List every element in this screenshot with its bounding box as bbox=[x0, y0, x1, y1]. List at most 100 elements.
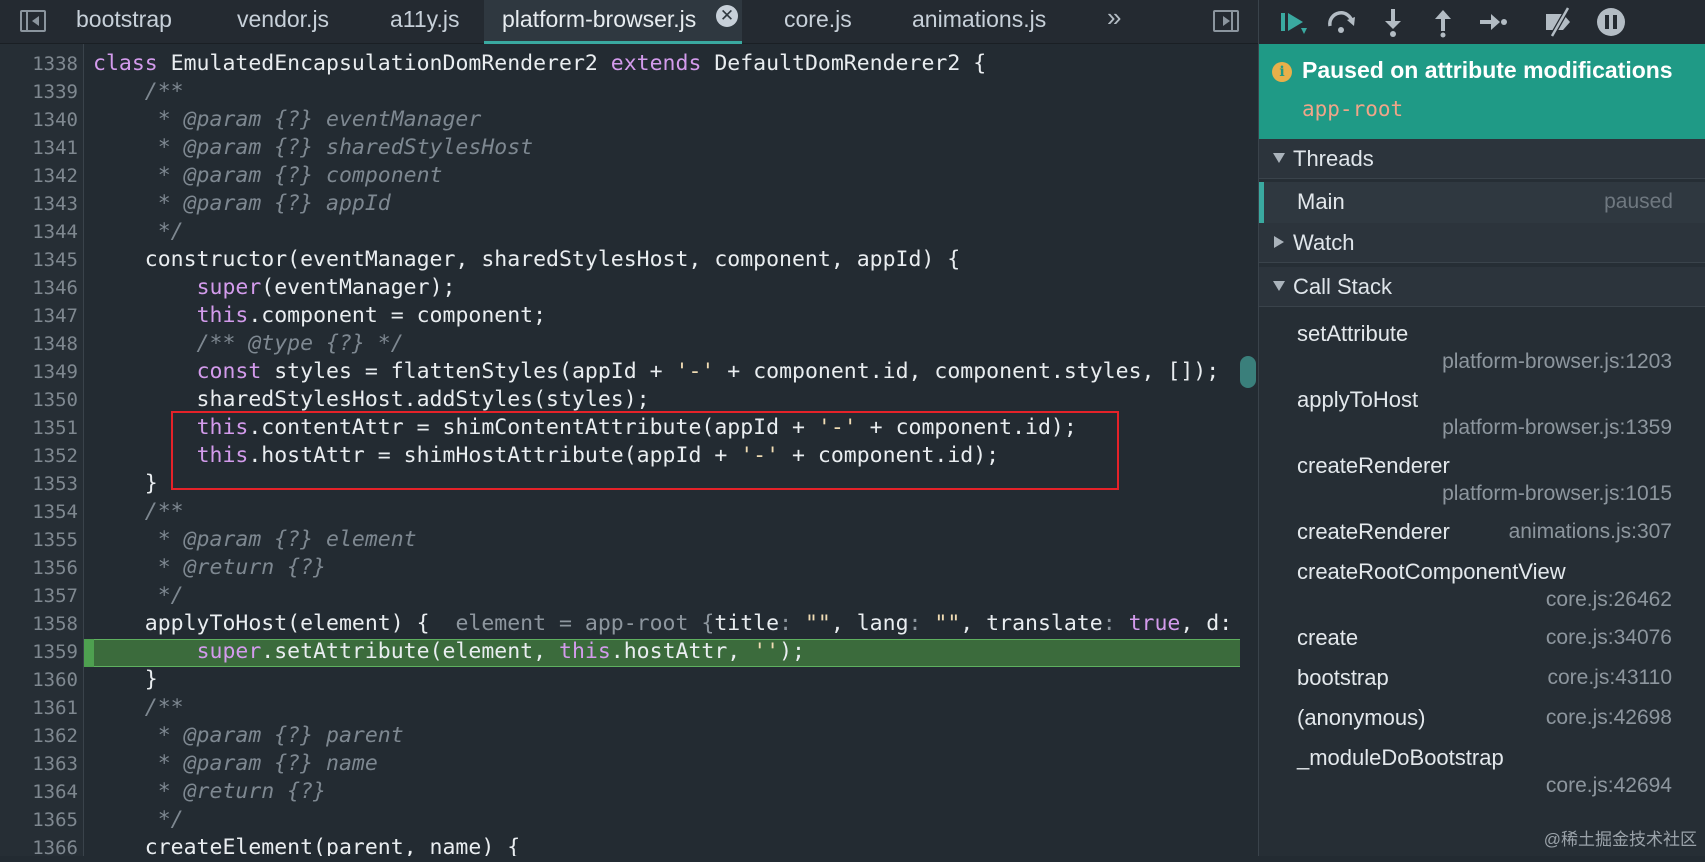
line-number[interactable]: 1340 bbox=[0, 106, 78, 134]
line-number[interactable]: 1363 bbox=[0, 750, 78, 778]
call-stack-frame[interactable]: create core.js:34076 bbox=[1259, 613, 1705, 657]
frame-location: core.js:42694 bbox=[1545, 774, 1672, 797]
step-into-icon[interactable] bbox=[1377, 6, 1409, 38]
code-token: */ bbox=[93, 807, 184, 832]
code-line: /** bbox=[93, 78, 184, 106]
step-over-icon[interactable] bbox=[1325, 6, 1357, 38]
call-stack-frame[interactable]: (anonymous) core.js:42698 bbox=[1259, 693, 1705, 737]
call-stack-frame[interactable]: createRootComponentView core.js:26462 bbox=[1259, 547, 1705, 617]
resume-icon[interactable] bbox=[1277, 6, 1309, 38]
chevron-right-icon bbox=[1274, 236, 1284, 248]
line-number[interactable]: 1338 bbox=[0, 50, 78, 78]
editor-tab-bar: bootstrap vendor.js a11y.js platform-browse… bbox=[0, 0, 1258, 44]
code-token: const bbox=[196, 359, 275, 384]
code-token: "" bbox=[934, 611, 961, 636]
line-number-gutter[interactable]: 1338 1339 1340 1341 1342 1343 1344 1345 1346 1347… bbox=[0, 44, 84, 859]
line-number[interactable]: 1349 bbox=[0, 358, 78, 386]
line-number[interactable]: 1344 bbox=[0, 218, 78, 246]
line-number[interactable]: 1339 bbox=[0, 78, 78, 106]
toggle-debugger-pane-icon[interactable] bbox=[1213, 10, 1239, 32]
line-number[interactable]: 1358 bbox=[0, 610, 78, 638]
pause-reason-banner: i Paused on attribute modifications app-… bbox=[1259, 44, 1705, 139]
tab-label: animations.js bbox=[912, 6, 1047, 32]
line-number[interactable]: 1364 bbox=[0, 778, 78, 806]
code-token: .hostAttr, bbox=[610, 639, 754, 664]
line-number[interactable]: 1347 bbox=[0, 302, 78, 330]
code-token: '' bbox=[753, 639, 780, 664]
call-stack-frame[interactable]: createRenderer platform-browser.js:1015 bbox=[1259, 441, 1705, 511]
tab-a11y-js[interactable]: a11y.js bbox=[390, 0, 459, 44]
code-token: , lang bbox=[830, 611, 909, 636]
code-line: const styles = flattenStyles(appId + '-'… bbox=[93, 358, 1220, 386]
code-line: * @param {?} name bbox=[93, 750, 378, 778]
tab-animations-js[interactable]: animations.js bbox=[912, 0, 1046, 44]
step-out-icon[interactable] bbox=[1427, 6, 1459, 38]
call-stack-frame[interactable]: bootstrap core.js:43110 bbox=[1259, 653, 1705, 697]
call-stack-frame[interactable]: _moduleDoBootstrap core.js:42694 bbox=[1259, 733, 1705, 803]
line-number[interactable]: 1352 bbox=[0, 442, 78, 470]
code-token: styles = flattenStyles(appId + bbox=[274, 359, 676, 384]
call-stack-frame[interactable]: createRenderer animations.js:307 bbox=[1259, 507, 1705, 551]
chevron-down-icon bbox=[1273, 153, 1285, 163]
line-number[interactable]: 1361 bbox=[0, 694, 78, 722]
line-number[interactable]: 1345 bbox=[0, 246, 78, 274]
code-token: : bbox=[779, 611, 805, 636]
code-token: '-' bbox=[675, 359, 715, 384]
code-token: /** @type {?} */ bbox=[93, 331, 404, 356]
line-number[interactable]: 1346 bbox=[0, 274, 78, 302]
pause-on-exceptions-icon[interactable] bbox=[1595, 6, 1627, 38]
code-token: this bbox=[196, 303, 249, 328]
tab-label: vendor.js bbox=[237, 6, 330, 32]
line-number[interactable]: 1356 bbox=[0, 554, 78, 582]
deactivate-breakpoints-icon[interactable] bbox=[1543, 6, 1575, 38]
code-token: : bbox=[1102, 611, 1129, 636]
tab-platform-browser-js[interactable]: platform-browser.js ✕ bbox=[484, 0, 742, 44]
tab-vendor-js[interactable]: vendor.js bbox=[237, 0, 329, 44]
line-number[interactable]: 1341 bbox=[0, 134, 78, 162]
watch-section-header[interactable]: Watch bbox=[1259, 223, 1705, 263]
line-number[interactable]: 1348 bbox=[0, 330, 78, 358]
line-number[interactable]: 1354 bbox=[0, 498, 78, 526]
frame-location: core.js:43110 bbox=[1547, 666, 1672, 689]
scrollbar-marker[interactable] bbox=[1240, 356, 1256, 388]
code-line: */ bbox=[93, 582, 184, 610]
threads-section-header[interactable]: Threads bbox=[1259, 139, 1705, 179]
line-number[interactable]: 1343 bbox=[0, 190, 78, 218]
pause-reason-element[interactable]: app-root bbox=[1302, 97, 1403, 121]
call-stack-frame[interactable]: applyToHost platform-browser.js:1359 bbox=[1259, 375, 1705, 445]
line-number[interactable]: 1351 bbox=[0, 414, 78, 442]
frame-location: platform-browser.js:1203 bbox=[1442, 350, 1672, 373]
line-number[interactable]: 1355 bbox=[0, 526, 78, 554]
line-number[interactable]: 1357 bbox=[0, 582, 78, 610]
line-number[interactable]: 1342 bbox=[0, 162, 78, 190]
line-number[interactable]: 1365 bbox=[0, 806, 78, 834]
thread-status: paused bbox=[1604, 190, 1673, 213]
frame-function-name: applyToHost bbox=[1297, 387, 1419, 412]
line-number[interactable]: 1353 bbox=[0, 470, 78, 498]
call-stack-frame[interactable]: setAttribute platform-browser.js:1203 bbox=[1259, 309, 1705, 379]
code-token: this bbox=[559, 639, 611, 664]
tab-label: platform-browser.js bbox=[502, 6, 697, 32]
code-line: super.setAttribute(element, this.hostAtt… bbox=[93, 638, 805, 666]
line-number[interactable]: 1366 bbox=[0, 834, 78, 862]
tabs-overflow-icon[interactable]: » bbox=[1107, 0, 1121, 38]
tab-close-icon[interactable]: ✕ bbox=[716, 5, 738, 27]
frame-location: animations.js:307 bbox=[1508, 520, 1672, 543]
code-line: createElement(parent, name) { bbox=[93, 834, 520, 856]
step-icon[interactable] bbox=[1477, 6, 1509, 38]
code-line: */ bbox=[93, 218, 184, 246]
code-line: * @param {?} sharedStylesHost bbox=[93, 134, 533, 162]
tab-core-js[interactable]: core.js bbox=[784, 0, 852, 44]
call-stack-section-header[interactable]: Call Stack bbox=[1259, 267, 1705, 307]
thread-main[interactable]: Main paused bbox=[1259, 182, 1705, 223]
line-number[interactable]: 1350 bbox=[0, 386, 78, 414]
code-token: * @param {?} component bbox=[93, 163, 443, 188]
line-number[interactable]: 1362 bbox=[0, 722, 78, 750]
frame-function-name: createRootComponentView bbox=[1297, 559, 1566, 584]
tab-bootstrap[interactable]: bootstrap bbox=[76, 0, 172, 44]
toggle-sources-pane-icon[interactable] bbox=[20, 10, 46, 32]
line-number[interactable]: 1360 bbox=[0, 666, 78, 694]
line-number[interactable]: 1359 bbox=[0, 638, 78, 666]
